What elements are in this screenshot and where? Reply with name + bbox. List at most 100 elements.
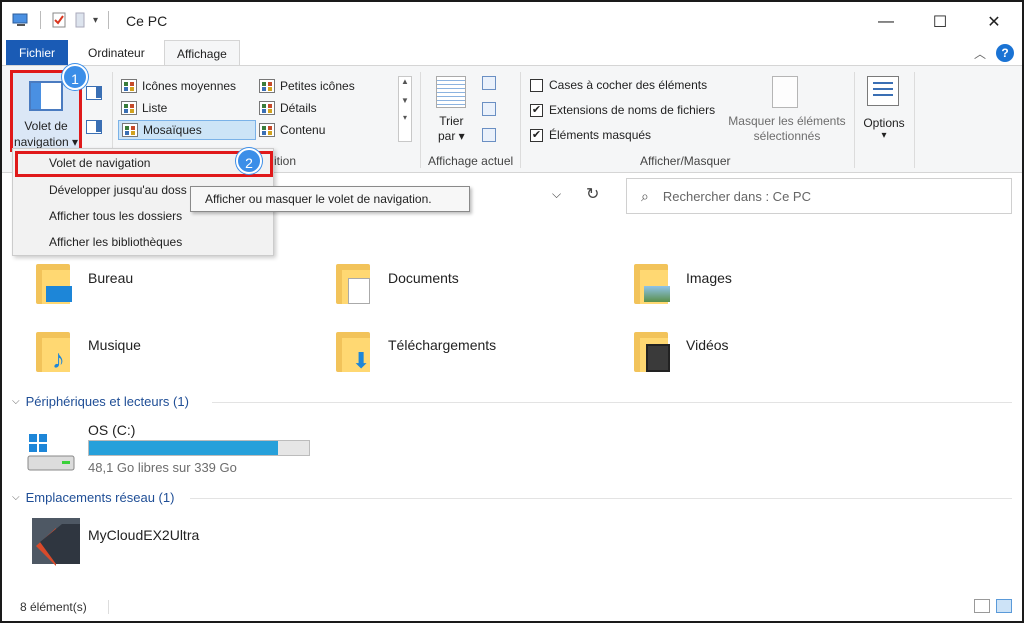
options-label: Options [863,116,905,130]
options-icon[interactable] [867,76,899,106]
layout-scrollbar[interactable]: ▲ ▼ ▾ [398,76,412,142]
add-columns-icon[interactable] [482,102,496,116]
layout-list-label: Liste [142,101,168,115]
tab-file[interactable]: Fichier [6,40,68,66]
minimize-button[interactable]: — [874,10,898,34]
scroll-up-icon[interactable]: ▲ [399,77,411,86]
toolbar-separator [40,11,41,29]
layout-group-label: ition [274,154,297,168]
medium-icons-icon [121,79,137,93]
layout-content[interactable]: Contenu [256,120,328,140]
details-pane-icon[interactable] [86,120,102,134]
chevron-down-icon: ⌵ [12,492,20,503]
checkbox-hidden-items-label: Éléments masqués [549,128,652,142]
folder-name-musique[interactable]: Musique [88,337,141,353]
navigation-pane-icon [29,81,63,111]
search-input[interactable]: ⌕ Rechercher dans : Ce PC [626,178,1012,214]
drive-name[interactable]: OS (C:) [88,422,135,438]
folder-icon[interactable] [336,264,372,304]
folder-name-bureau[interactable]: Bureau [88,270,133,286]
layout-medium-icons-label: Icônes moyennes [142,79,237,93]
hide-selected-label-2: sélectionnés [753,129,821,143]
network-device-icon[interactable] [26,516,82,572]
sort-by-button[interactable]: Trier par ▾ [438,114,465,144]
sort-by-label-1: Trier [439,114,464,128]
hard-drive-icon[interactable] [26,432,78,476]
tab-view[interactable]: Affichage [164,40,240,66]
step-marker-1: 1 [62,64,88,90]
network-item-name[interactable]: MyCloudEX2Ultra [88,527,199,543]
search-placeholder: Rechercher dans : Ce PC [662,188,811,204]
computer-icon [12,13,28,26]
refresh-icon[interactable]: ↻ [586,184,599,204]
checkbox-item-checkboxes-box[interactable] [530,78,543,92]
folder-name-images[interactable]: Images [686,270,732,286]
layout-details[interactable]: Détails [256,98,320,118]
current-view-group-label: Affichage actuel [428,154,514,168]
menu-item-show-libraries[interactable]: Afficher les bibliothèques [49,235,182,249]
sort-by-label-2: par ▾ [438,129,465,143]
help-icon[interactable]: ? [996,44,1014,62]
menu-item-expand-to-folder[interactable]: Développer jusqu'au doss [49,183,187,197]
layout-small-icons[interactable]: Petites icônes [256,76,358,96]
checkbox-item-checkboxes-label: Cases à cocher des éléments [549,78,708,92]
nav-pane-label-line1: Volet de [24,119,68,133]
quick-access-toolbar: ▾ [12,11,113,29]
drive-free-space: 48,1 Go libres sur 339 Go [88,460,237,475]
folder-name-telechargements[interactable]: Téléchargements [388,337,496,353]
devices-header-label: Périphériques et lecteurs (1) [25,394,189,409]
checkbox-hidden-items[interactable]: ✔ Éléments masqués [530,128,651,142]
hide-selected-label-1: Masquer les éléments [728,114,846,128]
folder-name-videos[interactable]: Vidéos [686,337,729,353]
options-button[interactable]: Options ▾ [862,116,906,141]
preview-pane-icon[interactable] [86,86,102,100]
sort-by-icon [436,76,466,108]
close-button[interactable]: ✕ [982,10,1006,34]
group-separator [914,72,915,168]
folder-icon[interactable]: ⬇ [336,332,372,372]
folder-icon[interactable] [634,332,670,372]
new-folder-icon[interactable] [73,12,87,28]
small-icons-icon [259,79,275,93]
checkbox-hidden-items-box[interactable]: ✔ [530,128,543,142]
network-section-header[interactable]: ⌵ Emplacements réseau (1) [12,490,174,505]
group-separator [854,72,855,168]
folder-icon[interactable] [634,264,670,304]
window-title: Ce PC [126,13,168,29]
tiles-icon [122,123,138,137]
status-divider [108,600,109,614]
customize-toolbar-icon[interactable]: ▾ [93,15,98,26]
group-by-icon[interactable] [482,76,496,90]
tab-computer[interactable]: Ordinateur [76,40,157,66]
details-view-icon[interactable] [974,599,990,613]
layout-medium-icons[interactable]: Icônes moyennes [118,76,239,96]
layout-content-label: Contenu [280,123,326,137]
checkbox-file-extensions-box[interactable]: ✔ [530,103,543,117]
folder-icon[interactable] [36,264,72,304]
layout-tiles[interactable]: Mosaïques [118,120,256,140]
folder-name-documents[interactable]: Documents [388,270,459,286]
toolbar-separator [108,11,110,29]
scroll-more-icon[interactable]: ▾ [399,113,411,122]
folder-icon[interactable]: ♪ [36,332,72,372]
layout-tiles-label: Mosaïques [143,123,202,137]
devices-section-header[interactable]: ⌵ Périphériques et lecteurs (1) [12,394,189,409]
hide-selected-button[interactable]: Masquer les éléments sélectionnés [722,114,852,144]
collapse-ribbon-icon[interactable]: ︿ [974,45,986,62]
size-columns-icon[interactable] [482,128,496,142]
layout-list[interactable]: Liste [118,98,170,118]
group-separator [420,72,421,168]
menu-item-navigation-pane[interactable]: Volet de navigation [49,156,150,170]
address-dropdown-icon[interactable]: ⌵ [552,187,561,202]
scroll-down-icon[interactable]: ▼ [399,96,411,105]
checkbox-item-checkboxes[interactable]: Cases à cocher des éléments [530,78,707,92]
step-marker-2: 2 [236,148,262,174]
properties-icon[interactable] [51,12,67,28]
ribbon-tabs: Fichier Ordinateur Affichage ︿ ? [2,40,1022,66]
checkbox-file-extensions[interactable]: ✔ Extensions de noms de fichiers [530,103,715,117]
large-icons-view-icon[interactable] [996,599,1012,613]
menu-item-show-all-folders[interactable]: Afficher tous les dossiers [49,209,182,223]
drive-usage-fill [89,441,278,455]
maximize-button[interactable]: ☐ [928,10,952,34]
layout-details-label: Détails [280,101,317,115]
